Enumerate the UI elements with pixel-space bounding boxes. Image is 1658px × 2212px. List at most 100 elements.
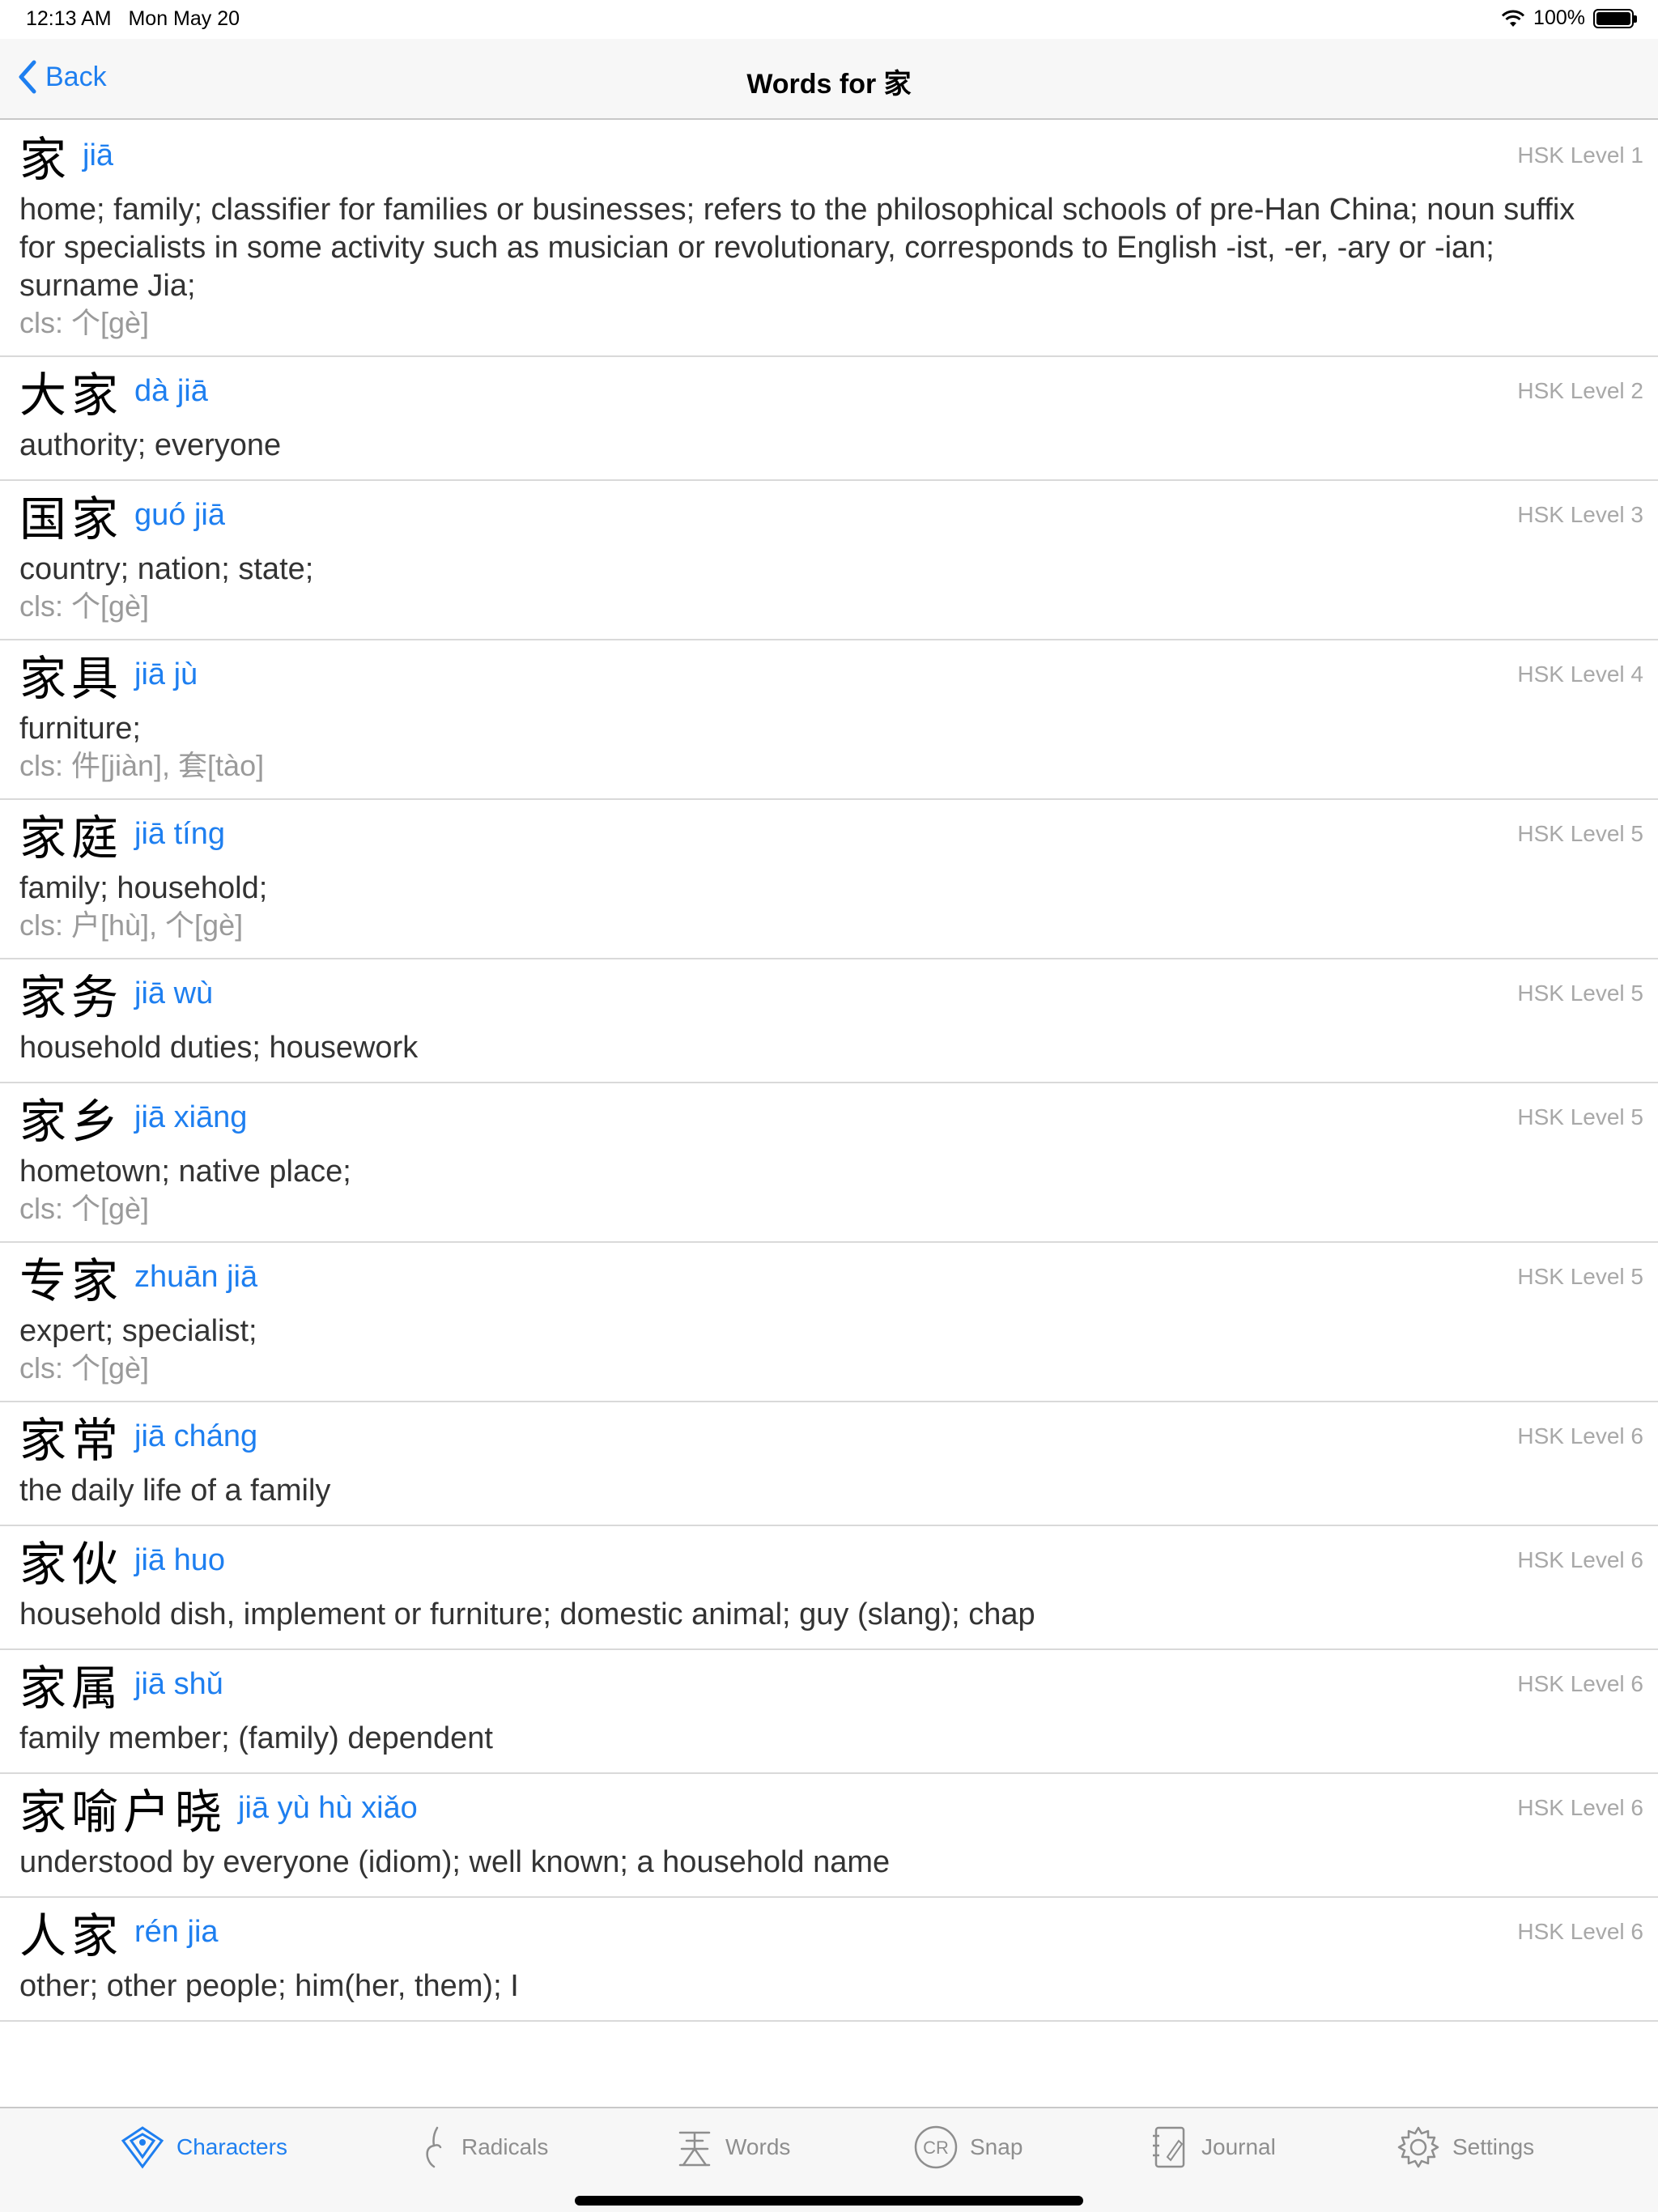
word-definition: household dish, implement or furniture; … — [19, 1597, 1035, 1631]
page-title: Words for 家 — [746, 69, 912, 100]
word-header: 国家 guó jiā — [19, 486, 1639, 547]
word-definition: other; other people; him(her, them); I — [19, 1969, 519, 2003]
word-pinyin: jiā yù hù xiǎo — [238, 1790, 418, 1825]
hsk-level: HSK Level 5 — [1517, 981, 1643, 1006]
journal-icon — [1153, 2126, 1185, 2168]
word-pinyin: jiā — [83, 138, 114, 172]
word-header: 家乡 jiā xiāng — [19, 1088, 1639, 1149]
word-definition: authority; everyone — [19, 428, 282, 462]
word-row[interactable]: 专家 zhuān jiā HSK Level 5 expert; specialist… — [0, 1248, 1658, 1402]
tab-radicals[interactable]: Radicals — [418, 2125, 548, 2170]
word-header: 大家 dà jiā — [19, 362, 1639, 423]
home-indicator — [575, 2196, 1083, 2206]
hsk-level: HSK Level 5 — [1517, 1264, 1643, 1289]
tab-journal-label: Journal — [1201, 2134, 1276, 2159]
word-header: 家喻户晓 jiā yù hù xiǎo — [19, 1779, 1639, 1840]
word-definition: the daily life of a family — [19, 1474, 331, 1508]
word-header: 家庭 jiā tíng — [19, 805, 1639, 866]
word-pinyin: rén jia — [134, 1914, 219, 1949]
hsk-level: HSK Level 6 — [1517, 1919, 1643, 1944]
hsk-level: HSK Level 2 — [1517, 378, 1643, 403]
word-hanzi: 家庭 — [19, 810, 124, 866]
word-hanzi: 家务 — [19, 970, 124, 1025]
word-hanzi: 家属 — [19, 1661, 124, 1716]
tab-words[interactable]: Words — [675, 2125, 790, 2170]
word-hanzi: 专家 — [19, 1253, 124, 1308]
wifi-icon — [1501, 10, 1525, 27]
word-row[interactable]: 家乡 jiā xiāng HSK Level 5 hometown; native p… — [0, 1088, 1658, 1243]
tab-snap-label: Snap — [970, 2134, 1023, 2159]
word-hanzi: 家乡 — [19, 1094, 124, 1149]
word-header: 专家 zhuān jiā — [19, 1248, 1639, 1308]
word-pinyin: jiā shǔ — [134, 1666, 223, 1701]
characters-icon — [121, 2126, 164, 2169]
word-classifier: cls: 个[gè] — [19, 306, 150, 339]
word-classifier: cls: 个[gè] — [19, 589, 150, 623]
tab-bar: Characters Radicals Words CR Snap Journa… — [0, 2107, 1658, 2212]
hsk-level: HSK Level 6 — [1517, 1795, 1643, 1820]
words-icon — [678, 2131, 711, 2167]
word-pinyin: jiā wù — [134, 976, 214, 1010]
tab-settings[interactable]: Settings — [1396, 2125, 1534, 2170]
word-row[interactable]: 家务 jiā wù HSK Level 5 household duties; hou… — [0, 964, 1658, 1083]
word-row[interactable]: 家属 jiā shǔ HSK Level 6 family member; (fami… — [0, 1655, 1658, 1774]
snap-icon: CR — [914, 2125, 958, 2169]
word-header: 家属 jiā shǔ — [19, 1655, 1639, 1716]
hsk-level: HSK Level 6 — [1517, 1671, 1643, 1696]
word-hanzi: 家 — [19, 132, 72, 187]
tab-settings-label: Settings — [1452, 2134, 1535, 2159]
word-header: 人家 rén jia — [19, 1903, 1639, 1963]
word-row[interactable]: 大家 dà jiā HSK Level 2 authority; everyone — [0, 362, 1658, 481]
word-row[interactable]: 人家 rén jia HSK Level 6 other; other people;… — [0, 1903, 1658, 2022]
word-classifier: cls: 件[jiàn], 套[tào] — [19, 749, 265, 782]
word-hanzi: 人家 — [19, 1908, 124, 1963]
word-row[interactable]: 家常 jiā cháng HSK Level 6 the daily life of … — [0, 1407, 1658, 1526]
word-hanzi: 国家 — [19, 491, 124, 547]
word-row[interactable]: 家伙 jiā huo HSK Level 6 household dish, impl… — [0, 1531, 1658, 1650]
tab-radicals-label: Radicals — [461, 2134, 549, 2159]
word-definition: furniture; — [19, 712, 141, 746]
word-row[interactable]: 国家 guó jiā HSK Level 3 country; nation; sta… — [0, 486, 1658, 640]
tab-snap[interactable]: CR Snap — [913, 2125, 1022, 2170]
hsk-level: HSK Level 5 — [1517, 821, 1643, 846]
status-time: 12:13 AM Mon May 20 — [26, 7, 240, 30]
word-hanzi: 大家 — [19, 368, 124, 423]
battery-icon — [1593, 8, 1637, 28]
word-header: 家伙 jiā huo — [19, 1531, 1639, 1592]
word-list: 家 jiā HSK Level 1 home; family; classifier … — [0, 121, 1658, 2107]
word-header: 家 jiā — [19, 126, 1639, 187]
hsk-level: HSK Level 5 — [1517, 1104, 1643, 1129]
word-pinyin: guó jiā — [134, 497, 225, 532]
word-definition: expert; specialist; — [19, 1314, 257, 1348]
hsk-level: HSK Level 1 — [1517, 143, 1643, 168]
word-hanzi: 家常 — [19, 1413, 124, 1468]
radicals-icon — [426, 2126, 442, 2168]
word-definition: household duties; housework — [19, 1031, 419, 1065]
word-row[interactable]: 家 jiā HSK Level 1 home; family; classifier … — [0, 126, 1658, 357]
word-hanzi: 家伙 — [19, 1537, 124, 1592]
word-definition: family; household; — [19, 871, 268, 905]
word-pinyin: jiā huo — [134, 1542, 225, 1577]
word-row[interactable]: 家庭 jiā tíng HSK Level 5 family; household; c… — [0, 805, 1658, 959]
word-pinyin: zhuān jiā — [134, 1259, 258, 1294]
hsk-level: HSK Level 4 — [1517, 661, 1643, 687]
word-row[interactable]: 家具 jiā jù HSK Level 4 furniture; cls: 件[jiàn… — [0, 645, 1658, 800]
word-pinyin: jiā cháng — [134, 1419, 258, 1453]
svg-text:CR: CR — [923, 2138, 949, 2158]
word-classifier: cls: 个[gè] — [19, 1351, 150, 1385]
word-pinyin: jiā jù — [134, 657, 198, 691]
settings-icon — [1397, 2126, 1439, 2168]
word-definition: understood by everyone (idiom); well kno… — [19, 1845, 891, 1879]
word-row[interactable]: 家喻户晓 jiā yù hù xiǎo HSK Level 6 understood … — [0, 1779, 1658, 1898]
status-bar: 12:13 AM Mon May 20 100% — [0, 0, 1658, 39]
tab-words-label: Words — [725, 2134, 791, 2159]
word-definition: hometown; native place; — [19, 1155, 351, 1189]
tab-characters[interactable]: Characters — [120, 2125, 287, 2170]
word-definition: country; nation; state; — [19, 552, 314, 586]
word-pinyin: dà jiā — [134, 373, 208, 408]
word-hanzi: 家喻户晓 — [19, 1784, 227, 1840]
tab-journal[interactable]: Journal — [1150, 2125, 1276, 2170]
word-header: 家常 jiā cháng — [19, 1407, 1639, 1468]
word-definition: home; family; classifier for families or… — [19, 193, 1575, 303]
tab-characters-label: Characters — [176, 2134, 287, 2159]
